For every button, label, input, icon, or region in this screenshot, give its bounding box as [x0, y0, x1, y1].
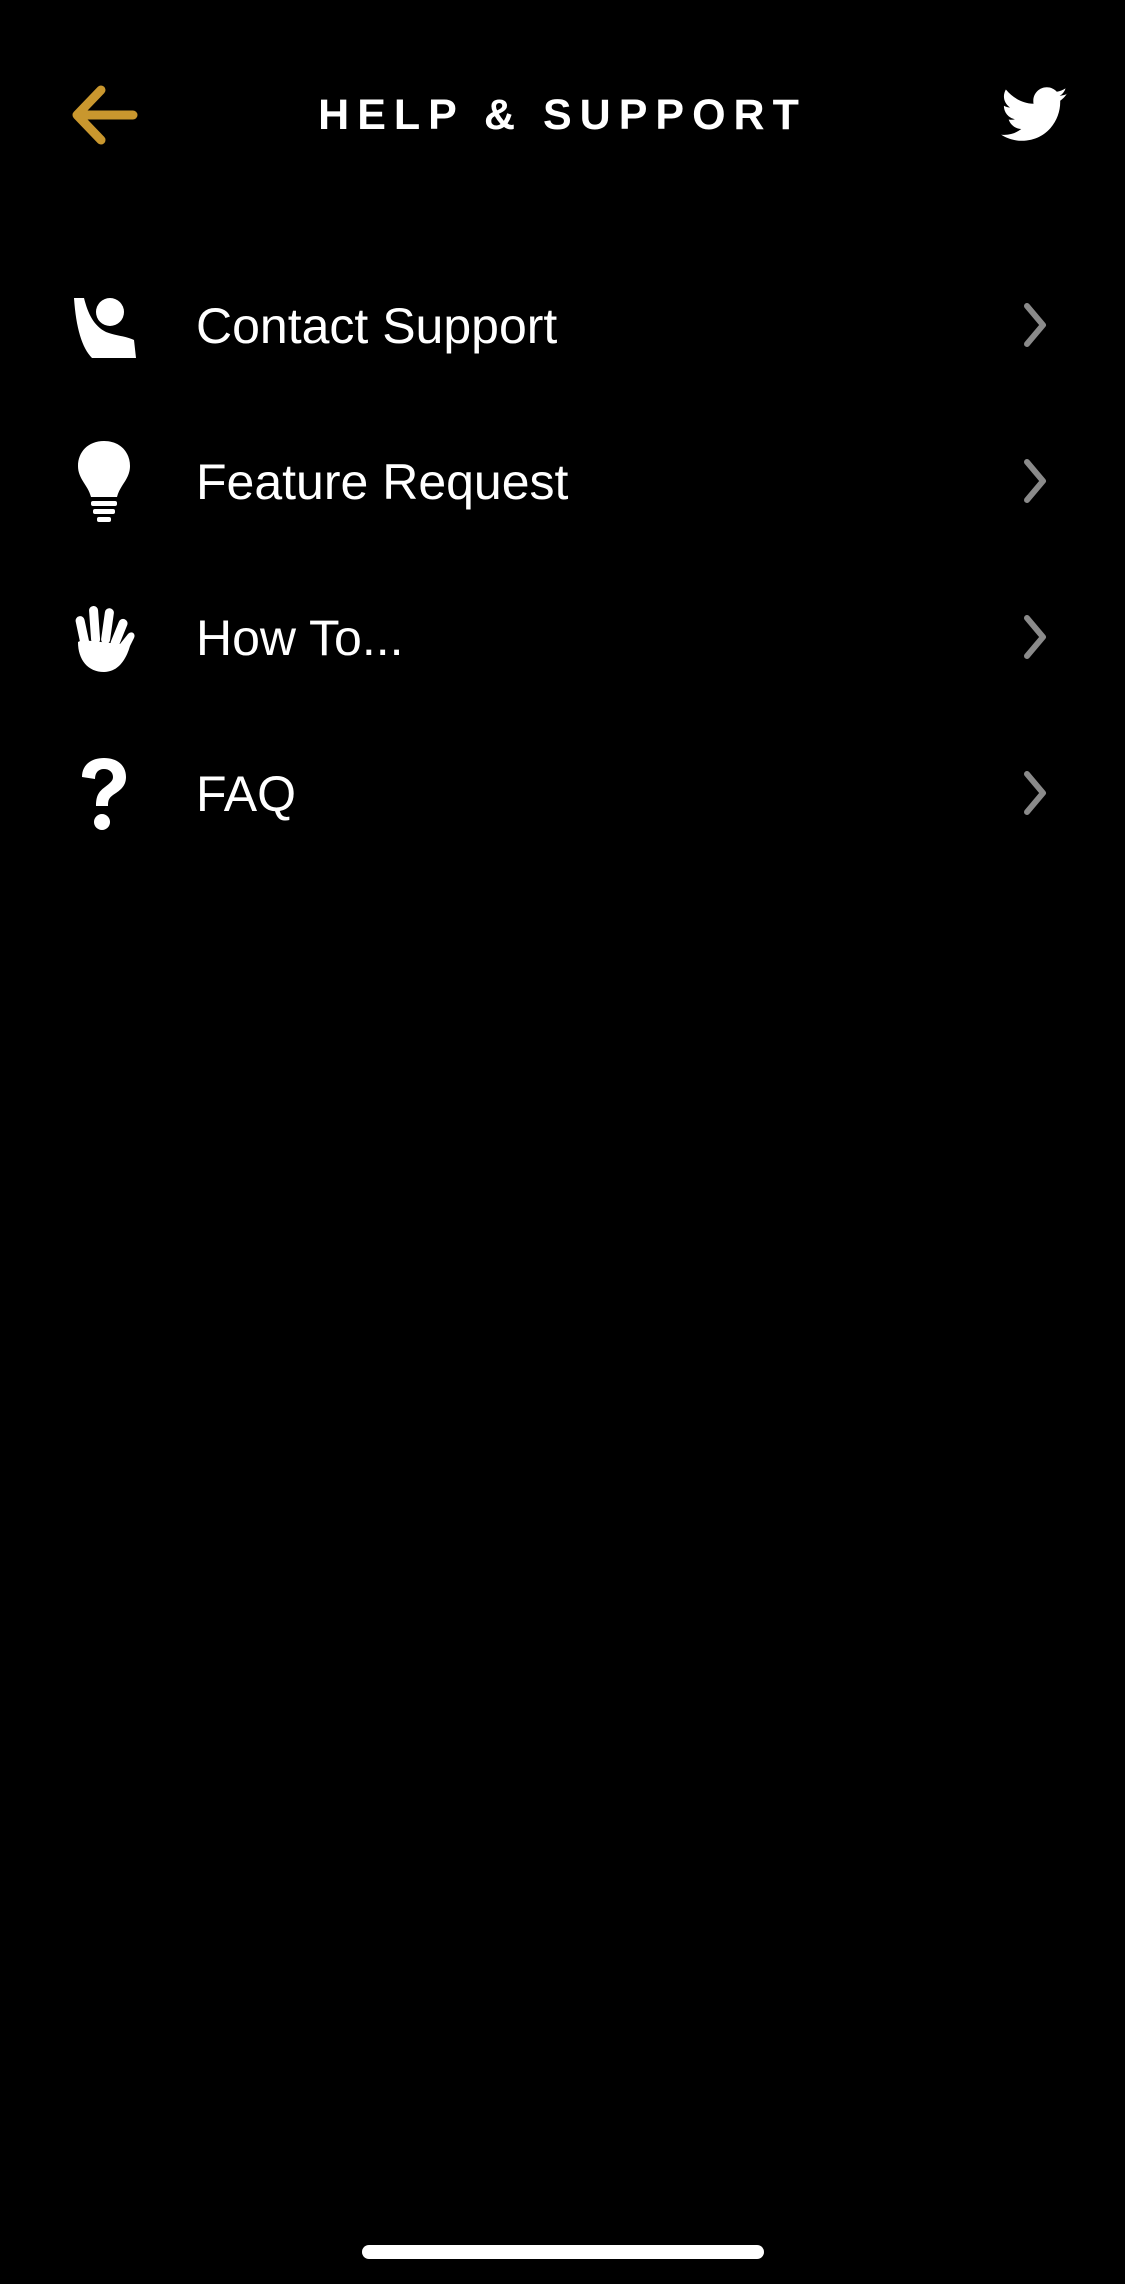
menu-item-faq[interactable]: FAQ [0, 716, 1125, 872]
chevron-right-icon [1024, 303, 1046, 347]
menu-item-label: FAQ [196, 766, 297, 822]
twitter-icon [1001, 87, 1068, 141]
home-indicator[interactable] [362, 2245, 764, 2259]
top-navigation-bar: HELP & SUPPORT [0, 60, 1125, 170]
menu-item-label: How To... [196, 610, 404, 666]
lightbulb-icon [64, 441, 144, 522]
contact-support-icon [64, 286, 144, 366]
chevron-right-icon [1024, 459, 1046, 503]
menu-item-feature-request[interactable]: Feature Request [0, 404, 1125, 560]
menu-item-how-to[interactable]: How To... [0, 560, 1125, 716]
menu-item-label: Feature Request [196, 454, 569, 510]
menu-item-label: Contact Support [196, 298, 558, 354]
hand-icon [64, 598, 144, 678]
chevron-right-icon [1024, 615, 1046, 659]
twitter-button[interactable] [995, 80, 1075, 150]
chevron-right-icon [1024, 771, 1046, 815]
page-title: HELP & SUPPORT [318, 91, 807, 139]
menu-item-contact-support[interactable]: Contact Support [0, 248, 1125, 404]
question-mark-icon [64, 754, 144, 834]
help-menu-list: Contact Support Feature Request How To..… [0, 248, 1125, 872]
